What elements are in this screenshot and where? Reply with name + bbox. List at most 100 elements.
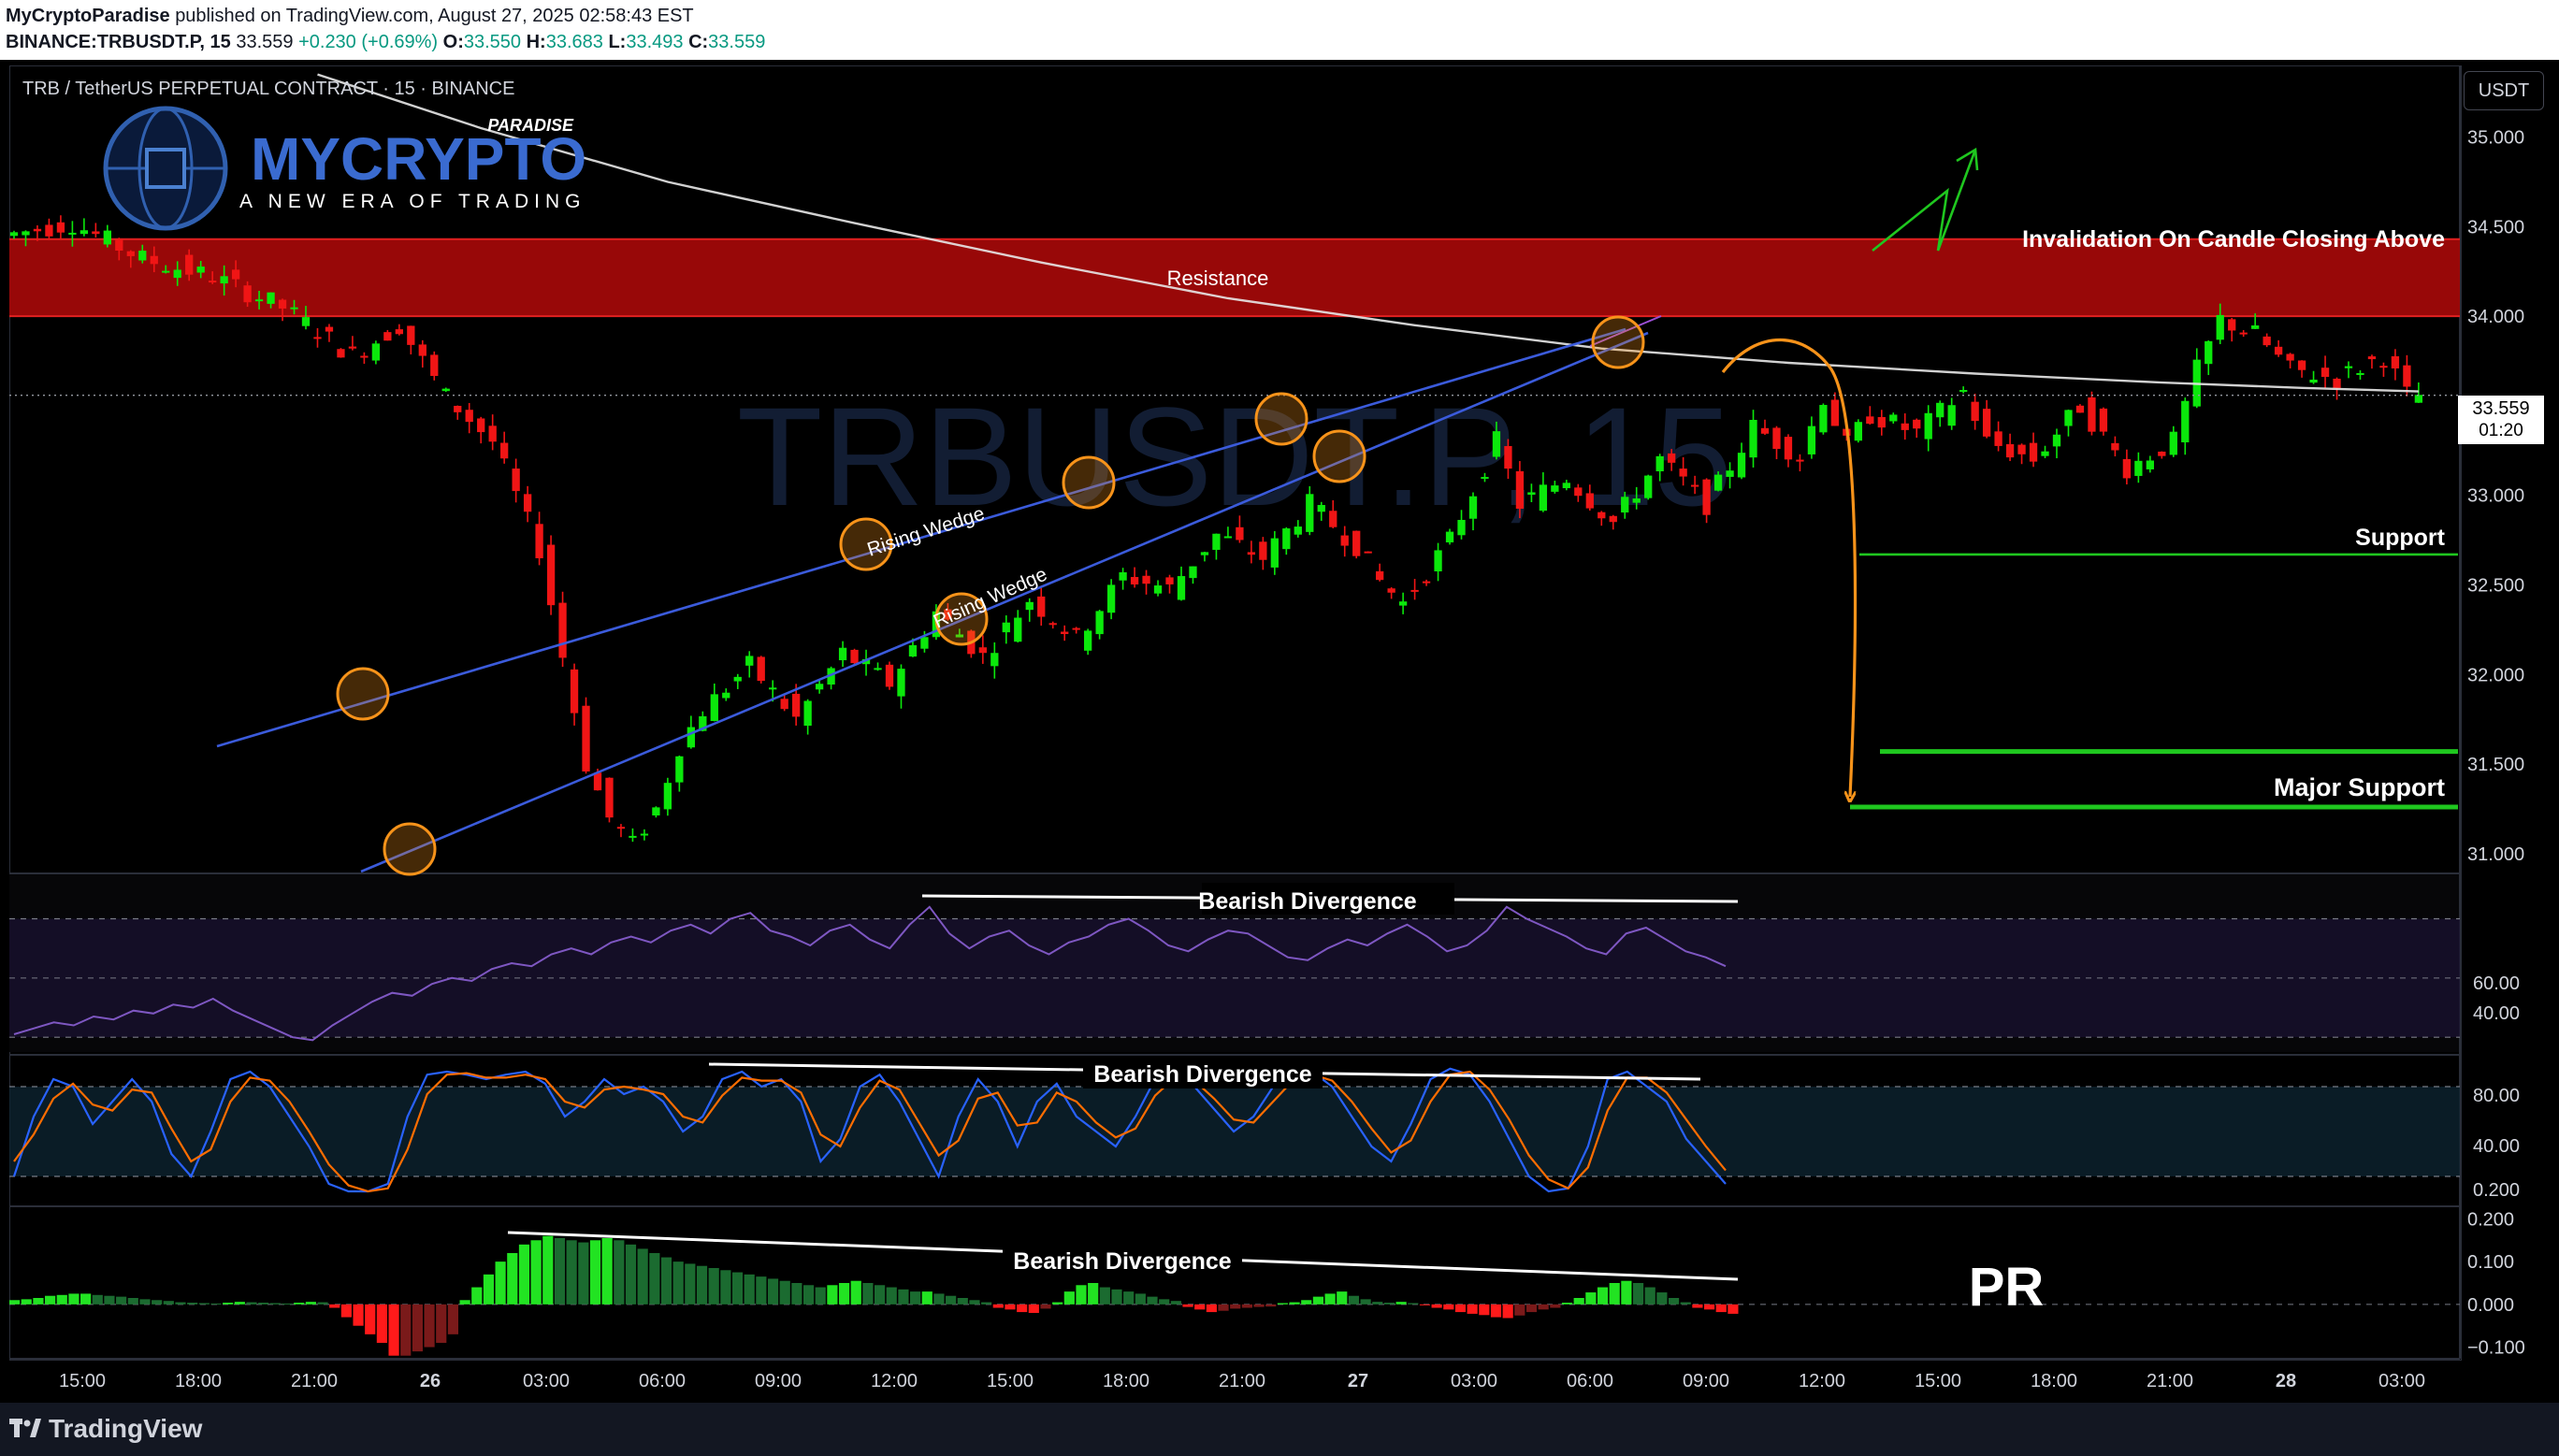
macd-histogram-bar — [791, 1283, 802, 1305]
candle-body — [1153, 585, 1163, 594]
major-support-label: Major Support — [2274, 773, 2445, 801]
candle-body — [1632, 498, 1641, 503]
tradingview-mark-icon — [9, 1414, 41, 1444]
candle-body — [1772, 427, 1781, 450]
time-tick-label: 28 — [2276, 1371, 2296, 1391]
macd-histogram-bar — [946, 1295, 957, 1305]
candle-body — [1585, 493, 1594, 509]
macd-histogram-bar — [720, 1270, 731, 1305]
candle-body — [1679, 469, 1687, 477]
tradingview-wordmark: TradingView — [49, 1414, 203, 1443]
macd-histogram-bar — [921, 1291, 933, 1305]
macd-histogram-bar — [269, 1303, 281, 1305]
currency-button[interactable]: USDT — [2464, 71, 2544, 110]
macd-histogram-bar — [258, 1303, 269, 1305]
macd-histogram-bar — [317, 1302, 328, 1305]
macd-histogram-bar — [1348, 1295, 1360, 1305]
time-tick-label: 26 — [420, 1371, 441, 1391]
macd-histogram-bar — [175, 1302, 186, 1305]
candle-body — [2251, 325, 2260, 329]
macd-histogram-bar — [518, 1244, 530, 1305]
macd-histogram-bar — [756, 1276, 767, 1305]
macd-histogram-bar — [1277, 1303, 1288, 1305]
candle-body — [535, 524, 543, 558]
macd-histogram-bar — [163, 1301, 174, 1305]
time-tick-label: 15:00 — [1915, 1371, 1961, 1391]
candle-body — [9, 232, 19, 237]
candle-body — [1223, 536, 1233, 539]
macd-histogram-bar — [1597, 1287, 1609, 1305]
candle-body — [2052, 434, 2061, 447]
candle-body — [1924, 412, 1932, 440]
candle-body — [1352, 530, 1361, 556]
candle-body — [1713, 474, 1723, 491]
macd-histogram-bar — [898, 1289, 909, 1305]
candle-body — [1539, 484, 1548, 512]
candle-body — [2286, 353, 2294, 361]
candle-body — [150, 255, 158, 265]
macd-histogram-bar — [1241, 1304, 1252, 1308]
symbol-watermark: TRBUSDT.P, 15 — [737, 378, 1732, 535]
candle-body — [769, 687, 777, 690]
macd-histogram-bar — [1253, 1304, 1265, 1307]
macd-histogram-bar — [1005, 1304, 1016, 1310]
chart-canvas[interactable]: TRBUSDT.P, 15 Resistance Rising WedgeRis… — [0, 0, 2559, 1456]
candle-body — [605, 777, 614, 818]
macd-histogram-bar — [9, 1300, 21, 1305]
macd-histogram-bar — [1218, 1304, 1229, 1311]
candle-body — [629, 835, 637, 838]
macd-histogram-bar — [1443, 1304, 1454, 1310]
candle-body — [1481, 477, 1489, 480]
candle-body — [1609, 515, 1617, 523]
macd-histogram-bar — [1040, 1304, 1051, 1309]
time-tick-label: 03:00 — [2378, 1371, 2425, 1391]
tradingview-logo[interactable]: TradingView — [9, 1414, 202, 1444]
macd-histogram-bar — [815, 1287, 826, 1305]
macd-histogram-bar — [1088, 1283, 1099, 1305]
macd-histogram-bar — [542, 1235, 554, 1305]
candle-body — [990, 653, 999, 667]
candle-body — [488, 425, 497, 442]
candle-body — [1702, 479, 1711, 515]
candle-body — [2320, 368, 2330, 378]
candle-body — [33, 228, 42, 232]
logo-tagline: A NEW ERA OF TRADING — [239, 191, 586, 212]
candle-body — [1130, 577, 1139, 585]
macd-histogram-bar — [1052, 1302, 1063, 1305]
macd-histogram-bar — [601, 1238, 613, 1305]
candle-body — [1971, 401, 1979, 422]
candle-body — [1504, 446, 1512, 469]
macd-histogram-bar — [436, 1304, 447, 1343]
candle-body — [733, 676, 742, 682]
macd-histogram-bar — [957, 1298, 968, 1305]
macd-histogram-bar — [1644, 1287, 1655, 1305]
bullish-invalidation-arrow — [1872, 149, 1977, 252]
macd-histogram-bar — [471, 1287, 483, 1305]
macd-histogram-bar — [1230, 1304, 1241, 1309]
candle-body — [2064, 410, 2073, 426]
macd-histogram-bar — [210, 1303, 222, 1305]
candle-body — [418, 344, 426, 356]
macd-histogram-bar — [1099, 1287, 1110, 1305]
macd-histogram-bar — [1692, 1304, 1703, 1308]
macd-histogram-bar — [578, 1242, 589, 1305]
macd-histogram-bar — [1170, 1301, 1181, 1305]
candle-body — [1690, 484, 1699, 487]
time-tick-label: 09:00 — [755, 1371, 802, 1391]
candle-body — [395, 329, 403, 335]
macd-histogram-bar — [234, 1302, 245, 1305]
time-tick-label: 18:00 — [2031, 1371, 2077, 1391]
time-tick-label: 15:00 — [987, 1371, 1034, 1391]
candle-body — [920, 637, 929, 649]
macd-histogram-bar — [1728, 1304, 1739, 1314]
macd-histogram-bar — [187, 1303, 198, 1305]
candle-body — [173, 269, 181, 279]
macd-histogram-bar — [1454, 1304, 1467, 1313]
macd-tick-label: −0.100 — [2467, 1338, 2525, 1359]
candle-body — [430, 354, 439, 377]
price-tick-label: 35.000 — [2467, 128, 2524, 149]
macd-histogram-bar — [424, 1304, 435, 1348]
candle-body — [138, 251, 147, 261]
candle-body — [1282, 528, 1291, 550]
time-tick-label: 03:00 — [523, 1371, 570, 1391]
